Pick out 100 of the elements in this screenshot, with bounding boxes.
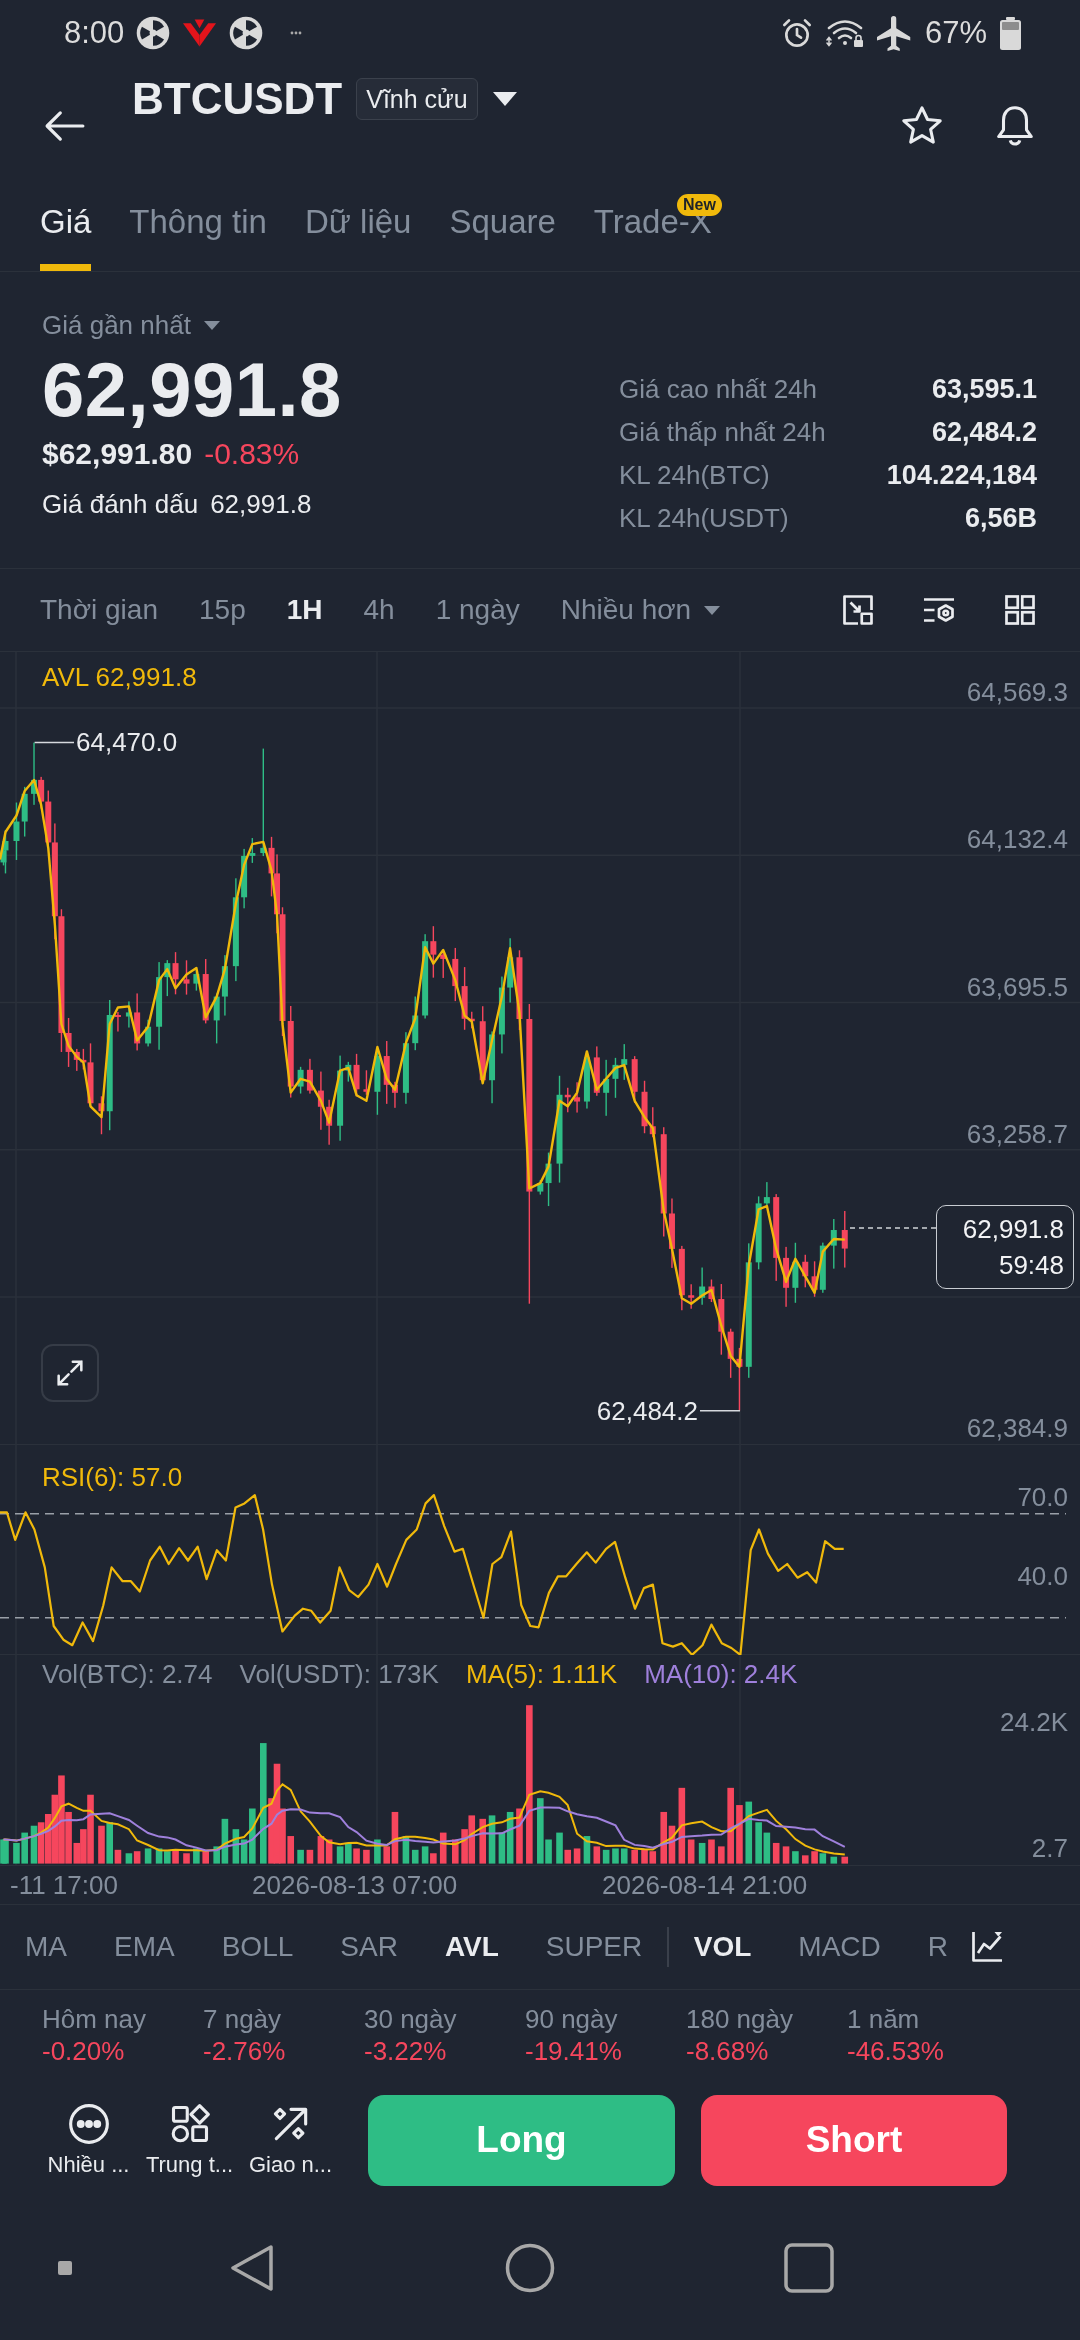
indicator-label: AVL 62,991.8	[42, 662, 197, 692]
period-label: 180 ngày	[686, 2004, 794, 2034]
rising-candle	[507, 938, 514, 1003]
indicator-tab[interactable]: MA	[25, 1930, 67, 1964]
status-time: 8:00	[64, 15, 125, 51]
period-change: -2.76%	[203, 2036, 287, 2066]
caret-icon[interactable]	[491, 91, 518, 107]
rsi-label: RSI(6): 57.0	[42, 1462, 183, 1492]
interval-tab[interactable]: 1H	[286, 593, 323, 627]
interval-tab[interactable]: 1 ngày	[435, 593, 520, 627]
back-icon[interactable]	[44, 110, 86, 142]
period-label: 1 năm	[847, 2004, 921, 2034]
falling-volume-bar	[363, 1849, 370, 1864]
falling-candle	[440, 951, 447, 978]
shortcut-button[interactable]: Nhiều ...	[38, 2102, 139, 2178]
rising-candle	[603, 1059, 610, 1116]
time-axis-label: -11 17:00	[10, 1870, 118, 1900]
indicator-tab[interactable]: BOLL	[221, 1930, 294, 1964]
leader-line	[33, 741, 75, 744]
indicator-tab[interactable]: SAR	[340, 1930, 398, 1964]
falling-candle	[783, 1246, 790, 1307]
rising-candle	[819, 1242, 826, 1293]
shortcut-button[interactable]: Trung t...	[139, 2102, 240, 2178]
rising-candle	[412, 996, 419, 1051]
last-price: 62,991.8	[42, 348, 342, 432]
rising-candle	[297, 1066, 304, 1094]
time-button[interactable]: Thời gian	[40, 593, 158, 627]
rising-volume-bar	[745, 1801, 753, 1864]
line-chart-icon[interactable]	[969, 1929, 1005, 1965]
wifi-icon	[825, 18, 864, 48]
falling-volume-bar	[306, 1849, 314, 1864]
short-button[interactable]: Short	[701, 2094, 1007, 2186]
falling-candle	[202, 959, 209, 1024]
price-type-dropdown[interactable]: Giá gần nhất	[42, 310, 221, 340]
falling-candle	[574, 1082, 581, 1113]
tab[interactable]: Giá	[40, 186, 92, 271]
tab[interactable]: Thông tin	[129, 186, 267, 271]
rising-volume-bar	[792, 1851, 799, 1864]
stat-label: Giá cao nhất 24h	[619, 374, 819, 405]
resize-window-icon[interactable]	[840, 592, 876, 628]
falling-volume-bar	[811, 1851, 818, 1864]
stat-value: 62,484.2	[931, 417, 1037, 448]
period-label: 7 ngày	[203, 2004, 283, 2034]
long-button[interactable]: Long	[368, 2094, 675, 2186]
time-axis-label: 2026-08-14 21:00	[602, 1870, 808, 1900]
tab[interactable]: Square	[449, 186, 556, 271]
falling-candle	[736, 1347, 743, 1411]
nav-home-icon[interactable]	[505, 2242, 555, 2293]
chevron-logo-icon	[182, 18, 218, 48]
nav-recents-icon[interactable]	[784, 2242, 834, 2293]
nav-back-icon[interactable]	[230, 2243, 274, 2292]
rising-volume-bar	[297, 1849, 304, 1864]
more-intervals-dropdown[interactable]: Nhiều hơn	[560, 593, 722, 627]
shortcut-button[interactable]: Giao n...	[240, 2102, 341, 2178]
falling-volume-bar	[452, 1839, 459, 1864]
rising-volume-bar	[193, 1848, 200, 1864]
new-badge: New	[676, 194, 722, 216]
volume-legend-label: Vol(USDT): 173K	[239, 1659, 439, 1689]
falling-volume-bar	[114, 1849, 122, 1864]
small-square-icon[interactable]	[58, 2260, 72, 2275]
falling-volume-bar	[353, 1848, 360, 1864]
interval-tab[interactable]: 4h	[363, 593, 395, 627]
indicator-tab[interactable]: SUPER	[545, 1930, 643, 1964]
tab[interactable]: Dữ liệu	[304, 186, 412, 271]
usd-price: $62,991.80	[42, 436, 193, 472]
battery-percent: 67%	[924, 15, 987, 51]
period-change: -46.53%	[847, 2036, 945, 2066]
falling-candle	[134, 993, 141, 1051]
indicator-tab[interactable]: EMA	[114, 1930, 175, 1964]
last-price-value: 62,991.8	[962, 1213, 1064, 1246]
falling-candle	[708, 1279, 715, 1303]
interval-tab[interactable]: 15p	[199, 593, 246, 627]
falling-volume-bar	[516, 1808, 523, 1864]
falling-candle	[841, 1211, 848, 1268]
falling-candle	[593, 1046, 600, 1096]
period-label: Hôm nay	[42, 2004, 148, 2034]
falling-volume-bar	[430, 1853, 437, 1864]
grid-icon[interactable]	[1002, 592, 1038, 628]
high-price-label: 64,470.0	[76, 727, 178, 757]
indicator-tab[interactable]: R	[927, 1930, 948, 1964]
price-axis-label: 64,132.4	[966, 824, 1068, 855]
rising-volume-bar	[106, 1822, 113, 1864]
candle-countdown: 59:48	[998, 1249, 1064, 1282]
volume-legend-label: Vol(BTC): 2.74	[42, 1659, 213, 1689]
price-axis-label: 64,569.3	[966, 677, 1068, 707]
rising-volume-bar	[602, 1849, 610, 1864]
indicator-tab[interactable]: AVL	[444, 1930, 499, 1964]
falling-candle	[317, 1071, 324, 1130]
falling-volume-bar	[183, 1853, 190, 1864]
volume-legend-label: MA(5): 1.11K	[465, 1659, 618, 1689]
rising-volume-bar	[583, 1836, 591, 1864]
indicator-tab[interactable]: VOL	[693, 1930, 752, 1964]
fullscreen-button[interactable]	[41, 1344, 99, 1402]
rising-candle	[621, 1044, 628, 1080]
falling-candle	[564, 1087, 571, 1113]
falling-candle	[802, 1254, 809, 1288]
falling-volume-bar	[631, 1849, 638, 1864]
indicator-tab[interactable]: MACD	[798, 1930, 881, 1964]
falling-candle	[98, 1096, 105, 1135]
falling-volume-bar	[736, 1805, 743, 1864]
